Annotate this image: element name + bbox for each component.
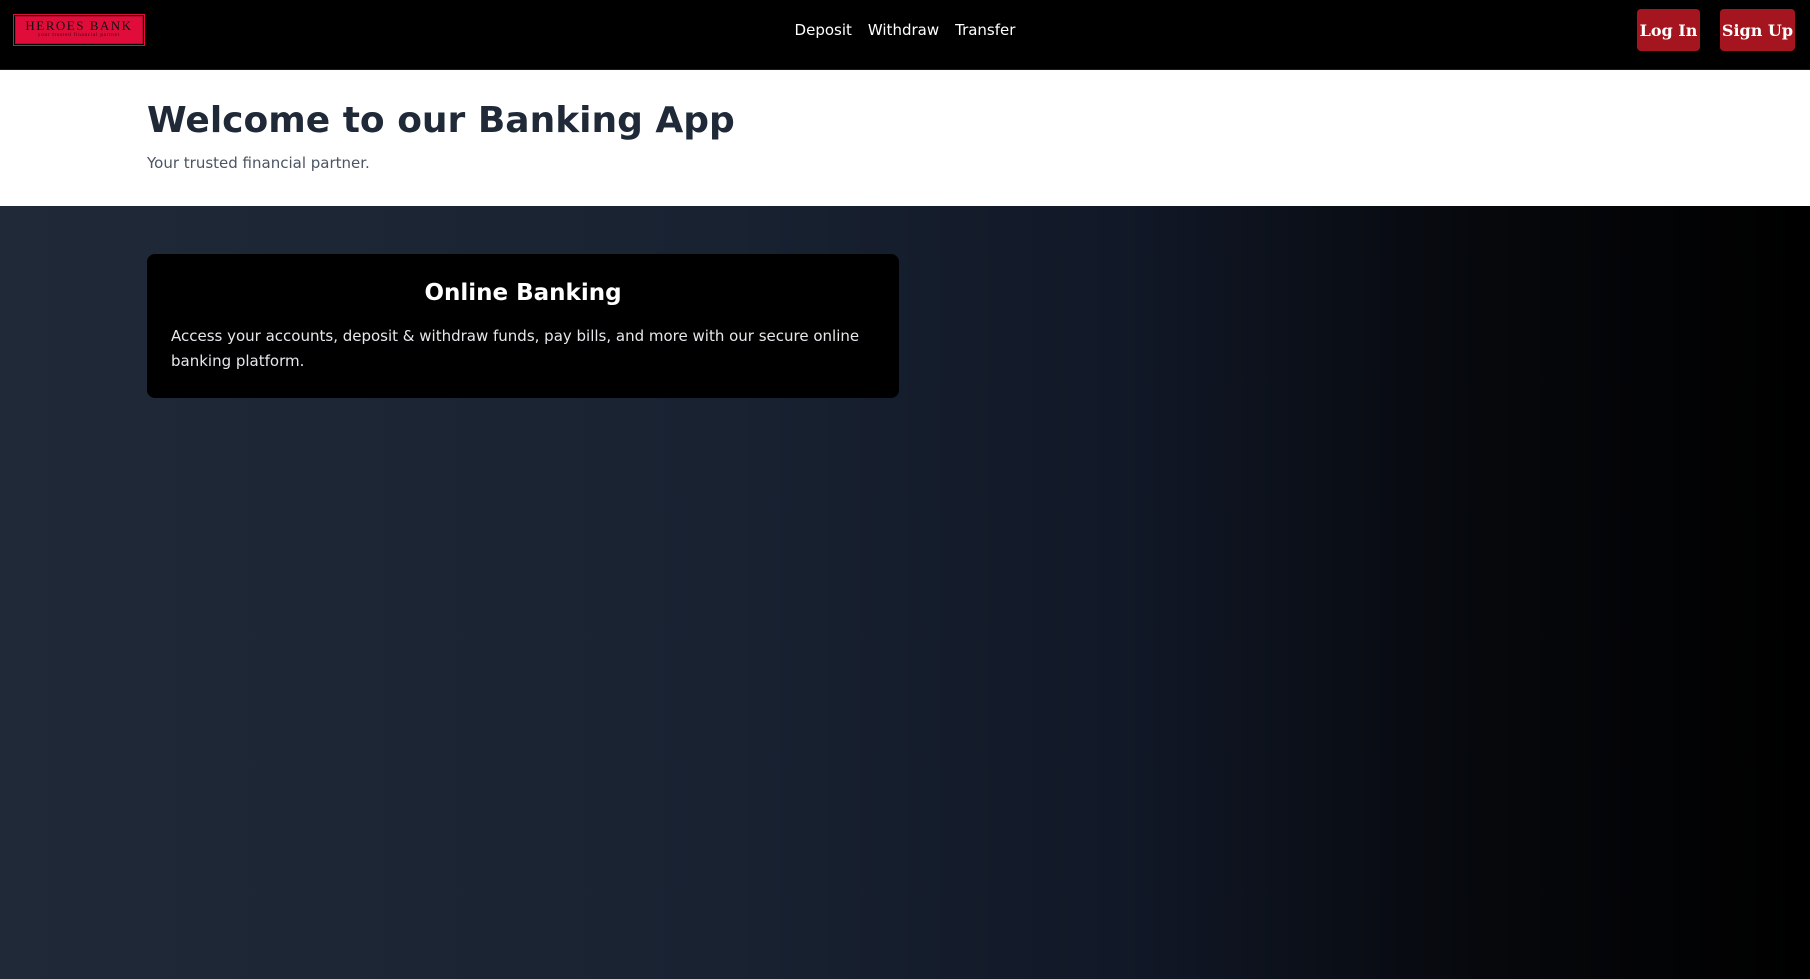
hero-section: Welcome to our Banking App Your trusted … (0, 70, 1810, 206)
signup-button[interactable]: Sign Up (1720, 9, 1795, 51)
nav-link-withdraw[interactable]: Withdraw (868, 21, 939, 39)
main-content: Online Banking Access your accounts, dep… (0, 206, 1810, 979)
page-subtitle: Your trusted financial partner. (147, 154, 370, 172)
logo-name: HEROES BANK (25, 18, 133, 33)
card-description: Access your accounts, deposit & withdraw… (171, 327, 860, 370)
main-nav: Deposit Withdraw Transfer (0, 0, 1810, 60)
login-button[interactable]: Log In (1637, 9, 1700, 51)
page-title: Welcome to our Banking App (147, 100, 735, 141)
logo-tagline: your trusted financial partner (37, 33, 121, 38)
nav-link-deposit[interactable]: Deposit (795, 21, 852, 39)
nav-link-transfer[interactable]: Transfer (955, 21, 1015, 39)
heroes-bank-logo[interactable]: HEROES BANK your trusted financial partn… (13, 14, 145, 46)
top-navbar: HEROES BANK your trusted financial partn… (0, 0, 1810, 70)
card-title: Online Banking (424, 280, 622, 306)
online-banking-card: Online Banking Access your accounts, dep… (147, 254, 899, 398)
